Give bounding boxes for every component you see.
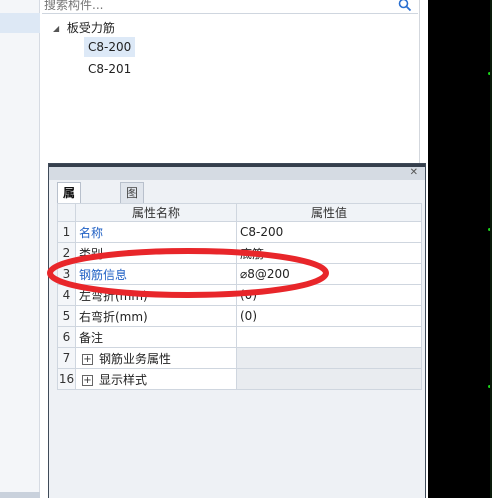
properties-panel: ✕ 属性列表 图层管理 属性名称 属性值 1 名称 C8-200 2 类别 底筋… — [48, 163, 426, 498]
property-value — [236, 368, 422, 390]
property-name: 左弯折(mm) — [75, 284, 237, 306]
left-sidebar-scrollbar[interactable] — [0, 492, 40, 498]
table-row-group[interactable]: 16 + 显示样式 — [57, 368, 422, 390]
tree-node-root-label: 板受力筋 — [66, 21, 115, 35]
table-row-group[interactable]: 7 + 钢筋业务属性 — [57, 347, 422, 369]
property-value[interactable]: (0) — [236, 305, 422, 327]
panel-title-bar[interactable] — [49, 164, 425, 180]
row-index: 5 — [57, 305, 76, 327]
table-row[interactable]: 5 右弯折(mm) (0) — [57, 305, 422, 327]
drawing-canvas[interactable] — [428, 0, 492, 498]
search-icon[interactable] — [398, 0, 412, 12]
property-value[interactable] — [236, 326, 422, 348]
header-property-value: 属性值 — [236, 203, 422, 222]
tree-node-child-label: C8-200 — [88, 40, 132, 54]
left-sidebar-selected-row[interactable] — [0, 13, 40, 33]
property-name: 钢筋信息 — [75, 263, 237, 285]
row-index: 6 — [57, 326, 76, 348]
table-row[interactable]: 1 名称 C8-200 — [57, 221, 422, 243]
table-row[interactable]: 4 左弯折(mm) (0) — [57, 284, 422, 306]
table-header-row: 属性名称 属性值 — [57, 203, 422, 222]
search-input[interactable] — [44, 0, 394, 13]
tab-property-list[interactable]: 属性列表 — [57, 182, 82, 260]
property-name: 名称 — [75, 221, 237, 243]
table-row[interactable]: 6 备注 — [57, 326, 422, 348]
search-box — [42, 0, 418, 14]
property-name: 备注 — [75, 326, 237, 348]
header-index — [57, 203, 76, 222]
property-group[interactable]: + 显示样式 — [75, 368, 237, 390]
close-icon[interactable]: ✕ — [410, 167, 418, 178]
expand-plus-icon[interactable]: + — [82, 353, 93, 365]
property-group-label: 显示样式 — [99, 372, 148, 387]
tree-node-child[interactable]: C8-201 — [84, 59, 135, 79]
collapse-triangle-icon[interactable]: ◢ — [53, 21, 63, 37]
tab-layer-management[interactable]: 图层管理 — [120, 182, 145, 260]
row-index: 3 — [57, 263, 76, 285]
header-property-name: 属性名称 — [75, 203, 237, 222]
property-group[interactable]: + 钢筋业务属性 — [75, 347, 237, 369]
property-table: 属性名称 属性值 1 名称 C8-200 2 类别 底筋 3 钢筋信息 ⌀8@2… — [57, 203, 422, 390]
property-value[interactable]: ⌀8@200 — [236, 263, 422, 285]
property-name: 类别 — [75, 242, 237, 264]
expand-plus-icon[interactable]: + — [82, 374, 93, 386]
property-value[interactable]: C8-200 — [236, 221, 422, 243]
property-value[interactable]: (0) — [236, 284, 422, 306]
property-name: 右弯折(mm) — [75, 305, 237, 327]
tree-node-root[interactable]: ◢ 板受力筋 — [53, 20, 115, 36]
row-index: 2 — [57, 242, 76, 264]
tree-node-child-label: C8-201 — [88, 62, 132, 76]
row-index: 7 — [57, 347, 76, 369]
row-index: 16 — [57, 368, 76, 390]
row-index: 4 — [57, 284, 76, 306]
table-row[interactable]: 2 类别 底筋 — [57, 242, 422, 264]
property-value[interactable]: 底筋 — [236, 242, 422, 264]
table-row[interactable]: 3 钢筋信息 ⌀8@200 — [57, 263, 422, 285]
property-group-label: 钢筋业务属性 — [99, 351, 172, 366]
left-sidebar-strip — [0, 0, 40, 498]
property-value — [236, 347, 422, 369]
tree-node-child-selected[interactable]: C8-200 — [84, 37, 136, 57]
row-index: 1 — [57, 221, 76, 243]
